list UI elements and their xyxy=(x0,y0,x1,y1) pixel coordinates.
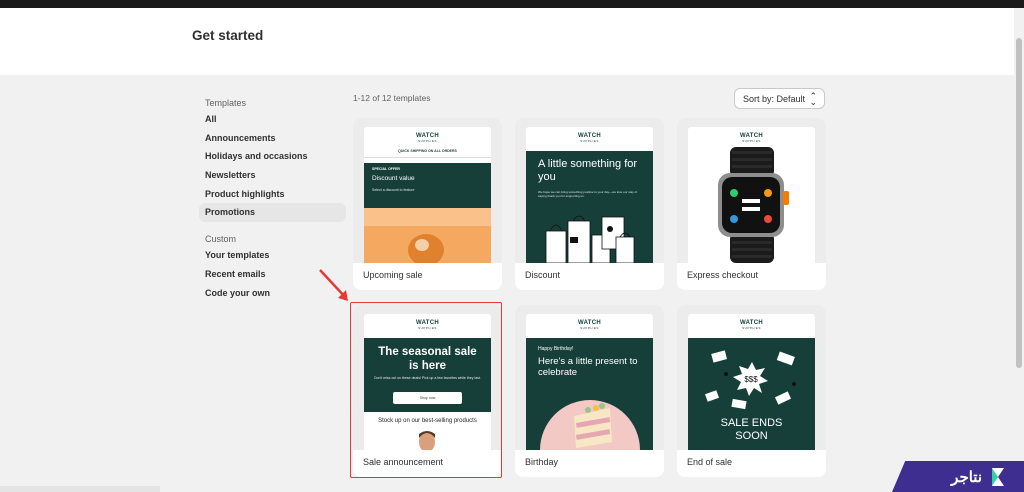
smartwatch-image xyxy=(718,147,789,263)
email-logo-sub: SUPPLIES xyxy=(742,326,761,330)
sort-select[interactable]: Sort by: Default ⌃ ⌄ xyxy=(734,88,825,109)
brand-name: نتاجر xyxy=(951,468,982,486)
email-logo-sub: SUPPLIES xyxy=(418,139,437,143)
email-kicker: Happy Birthday! xyxy=(538,346,574,352)
sidebar-item-announcements[interactable]: Announcements xyxy=(199,129,346,148)
email-logo-sub: SUPPLIES xyxy=(580,326,599,330)
sidebar-item-promotions[interactable]: Promotions xyxy=(199,203,346,223)
email-title: Here's a little present to celebrate xyxy=(538,356,638,378)
sidebar-section-templates: Templates xyxy=(205,98,247,108)
template-preview: WATCH SUPPLIES Happy Birthday! Here's a … xyxy=(515,305,664,450)
email-subtitle: Stock up on our best-selling products xyxy=(378,418,477,424)
shopping-bags-illustration xyxy=(545,215,635,263)
template-card-label: End of sale xyxy=(687,457,733,467)
email-title: A little something for you xyxy=(538,158,638,183)
cake-image xyxy=(540,400,640,450)
email-kicker: SPECIAL OFFER xyxy=(372,167,400,171)
sidebar-item-all[interactable]: All xyxy=(199,110,346,129)
template-card-discount[interactable]: WATCH SUPPLIES A little something for yo… xyxy=(515,118,664,290)
scrollbar-thumb[interactable] xyxy=(1016,38,1022,368)
template-preview: WATCH SUPPLIES xyxy=(677,118,826,263)
email-logo-sub: SUPPLIES xyxy=(418,326,437,330)
template-card-birthday[interactable]: WATCH SUPPLIES Happy Birthday! Here's a … xyxy=(515,305,664,477)
sidebar-item-product-highlights[interactable]: Product highlights xyxy=(199,185,346,204)
email-body: We hope we can bring something positive … xyxy=(538,190,637,198)
annotation-arrow-icon xyxy=(319,269,348,301)
template-preview: WATCH SUPPLIES QUICK SHIPPING ON ALL ORD… xyxy=(353,118,502,263)
product-image xyxy=(364,208,491,263)
template-card-label: Sale announcement xyxy=(363,457,444,467)
template-card-express-checkout[interactable]: WATCH SUPPLIES Express checkout xyxy=(677,118,826,290)
brand-logo-icon xyxy=(992,467,1004,486)
sort-label: Sort by: Default xyxy=(743,93,806,104)
email-logo-sub: SUPPLIES xyxy=(580,139,599,143)
template-card-label: Discount xyxy=(525,270,561,280)
template-card-upcoming-sale[interactable]: WATCH SUPPLIES QUICK SHIPPING ON ALL ORD… xyxy=(353,118,502,290)
template-card-label: Express checkout xyxy=(687,270,759,280)
template-preview: WATCH SUPPLIES A little something for yo… xyxy=(515,118,664,263)
sidebar-section-custom: Custom xyxy=(205,234,237,245)
template-card-label: Birthday xyxy=(525,457,559,467)
svg-text:$$$: $$$ xyxy=(744,375,758,384)
person-image xyxy=(419,431,435,450)
top-bar xyxy=(0,0,1024,8)
email-banner: QUICK SHIPPING ON ALL ORDERS xyxy=(398,149,457,153)
sidebar-item-newsletters[interactable]: Newsletters xyxy=(199,166,346,185)
brand-watermark: نتاجر xyxy=(892,461,1024,492)
email-title: The seasonal sale is here xyxy=(378,346,477,372)
sidebar-item-your-templates[interactable]: Your templates xyxy=(199,246,346,265)
template-preview: WATCH SUPPLIES The seasonal sale is here… xyxy=(353,305,502,450)
chevron-up-down-icon: ⌃ ⌄ xyxy=(809,91,817,107)
bottom-scroll-strip xyxy=(0,486,160,492)
sale-tags-illustration: $$$ xyxy=(704,350,796,410)
email-title: SALE ENDS SOON xyxy=(720,417,783,442)
email-body: Select a discount to feature xyxy=(372,188,415,192)
template-card-end-of-sale[interactable]: WATCH SUPPLIES $$$ SALE ENDS SOON End of… xyxy=(677,305,826,477)
template-count: 1-12 of 12 templates xyxy=(353,93,431,103)
email-body: Don't miss out on these deals! Pick up a… xyxy=(374,376,481,380)
sidebar-item-holidays[interactable]: Holidays and occasions xyxy=(199,147,346,166)
template-card-sale-announcement[interactable]: WATCH SUPPLIES The seasonal sale is here… xyxy=(353,305,502,477)
scrollbar[interactable] xyxy=(1014,8,1024,492)
page-header: Get started xyxy=(0,8,1014,75)
email-shop-button: Shop now xyxy=(393,392,462,404)
email-logo-sub: SUPPLIES xyxy=(742,139,761,143)
template-card-label: Upcoming sale xyxy=(363,270,423,280)
page-title: Get started xyxy=(192,28,264,43)
template-preview: WATCH SUPPLIES $$$ SALE ENDS SOON xyxy=(677,305,826,450)
email-title: Discount value xyxy=(372,175,415,182)
